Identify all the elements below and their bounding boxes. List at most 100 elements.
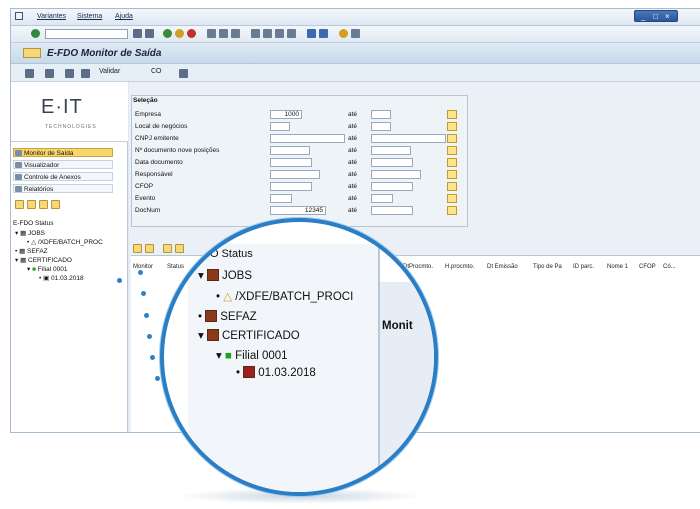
multiple-selection-icon[interactable]	[447, 182, 457, 191]
local-negocios-to-input[interactable]	[371, 122, 391, 131]
documento-input[interactable]	[270, 146, 310, 155]
menu-sistema[interactable]: Sistema	[77, 13, 102, 20]
column-header[interactable]: CFOP	[639, 264, 656, 270]
nav-relatorios[interactable]: Relatórios	[13, 184, 113, 193]
tree-item-sefaz[interactable]: • ▦ SEFAZ	[15, 247, 48, 255]
multiple-selection-icon[interactable]	[447, 146, 457, 155]
tree-icon[interactable]	[179, 69, 188, 78]
decorative-dot	[117, 278, 122, 283]
enter-icon[interactable]	[31, 29, 40, 38]
cnpj-to-input[interactable]	[371, 134, 446, 143]
column-header[interactable]: H.procmto.	[445, 264, 474, 270]
first-page-icon[interactable]	[251, 29, 260, 38]
find-icon[interactable]	[219, 29, 228, 38]
tcode-icon[interactable]	[23, 48, 41, 58]
cfop-input[interactable]	[270, 182, 312, 191]
empresa-to-input[interactable]	[371, 110, 391, 119]
column-header[interactable]: Có...	[663, 264, 676, 270]
data-documento-to-input[interactable]	[371, 158, 413, 167]
last-page-icon[interactable]	[287, 29, 296, 38]
tree-item-date[interactable]: • ▣ 01.03.2018	[39, 274, 84, 282]
layout-icon[interactable]	[351, 29, 360, 38]
nav-monitor-saida[interactable]: Monitor de Saída	[13, 148, 113, 157]
menu-ajuda[interactable]: Ajuda	[115, 13, 133, 20]
grid-filter-icon[interactable]	[145, 244, 154, 253]
evento-input[interactable]	[270, 194, 292, 203]
tree-filter-icon[interactable]	[39, 200, 48, 209]
magnified-sefaz[interactable]: • SEFAZ	[198, 310, 257, 323]
filter-icon[interactable]	[81, 69, 90, 78]
documento-to-input[interactable]	[371, 146, 411, 155]
shortcut-icon[interactable]	[319, 29, 328, 38]
column-header[interactable]: Monitor	[133, 264, 153, 270]
magnified-certificado[interactable]: ▾ CERTIFICADO	[198, 328, 300, 342]
docnum-input[interactable]: 12345	[270, 206, 326, 215]
display-icon[interactable]	[25, 69, 34, 78]
column-header[interactable]: Tipo de Pa	[533, 264, 562, 270]
new-session-icon[interactable]	[307, 29, 316, 38]
magnified-filial[interactable]: ▾ ■ Filial 0001	[216, 348, 288, 362]
green-circle-icon[interactable]	[163, 29, 172, 38]
menu-icon[interactable]	[15, 12, 23, 20]
minimize-icon[interactable]: _	[641, 12, 645, 21]
jobs-icon	[206, 269, 219, 281]
ate-label: até	[348, 111, 358, 118]
refresh-icon[interactable]	[45, 69, 54, 78]
cfop-to-input[interactable]	[371, 182, 413, 191]
print-icon[interactable]	[207, 29, 216, 38]
tree-label: /XDFE/BATCH_PROC	[37, 239, 103, 246]
tree-item-filial[interactable]: ▾ ■ Filial 0001	[27, 265, 67, 273]
magnified-label: JOBS	[221, 270, 253, 282]
cnpj-input[interactable]	[270, 134, 345, 143]
tree-item-jobs[interactable]: ▾ ▦ JOBS	[15, 229, 45, 237]
multiple-selection-icon[interactable]	[447, 194, 457, 203]
tree-item-certificado[interactable]: ▾ ▦ CERTIFICADO	[15, 256, 72, 264]
next-page-icon[interactable]	[275, 29, 284, 38]
responsavel-to-input[interactable]	[371, 170, 421, 179]
logo-text: E·IT	[41, 96, 83, 118]
column-header[interactable]: Dt Emissão	[487, 264, 518, 270]
empresa-input[interactable]: 1000	[270, 110, 302, 119]
responsavel-input[interactable]	[270, 170, 320, 179]
multiple-selection-icon[interactable]	[447, 158, 457, 167]
collapse-icon[interactable]	[27, 200, 36, 209]
tree-item-batch[interactable]: • △ /XDFE/BATCH_PROC	[27, 238, 103, 246]
nav-visualizador[interactable]: Visualizador	[13, 160, 113, 169]
execute-icon[interactable]	[65, 69, 74, 78]
evento-to-input[interactable]	[371, 194, 393, 203]
multiple-selection-icon[interactable]	[447, 170, 457, 179]
tree-layout-icon[interactable]	[51, 200, 60, 209]
multiple-selection-icon[interactable]	[447, 110, 457, 119]
docnum-to-input[interactable]	[371, 206, 413, 215]
yellow-circle-icon[interactable]	[175, 29, 184, 38]
prev-page-icon[interactable]	[263, 29, 272, 38]
red-circle-icon[interactable]	[187, 29, 196, 38]
menu-variantes[interactable]: Variantes	[37, 13, 66, 20]
magnified-date[interactable]: • 01.03.2018	[236, 366, 316, 379]
column-header[interactable]: Nome 1	[607, 264, 628, 270]
multiple-selection-icon[interactable]	[447, 134, 457, 143]
nav-controle-anexos[interactable]: Controle de Anexos	[13, 172, 113, 181]
multiple-selection-icon[interactable]	[447, 206, 457, 215]
validar-button[interactable]: Validar	[99, 68, 120, 75]
close-icon[interactable]: ×	[665, 12, 670, 21]
expand-icon[interactable]	[15, 200, 24, 209]
multiple-selection-icon[interactable]	[447, 122, 457, 131]
column-header[interactable]: ID parc.	[573, 264, 594, 270]
command-field[interactable]	[45, 29, 128, 39]
help-icon[interactable]	[339, 29, 348, 38]
title-bar: E-FDO Monitor de Saída	[11, 43, 700, 64]
ate-label: até	[348, 159, 358, 166]
green-status-icon: ■	[224, 350, 232, 362]
ate-label: até	[348, 195, 358, 202]
magnified-jobs[interactable]: ▾ JOBS	[198, 268, 252, 282]
save-icon[interactable]	[145, 29, 154, 38]
grid-expand-icon[interactable]	[133, 244, 142, 253]
co-button[interactable]: CO	[151, 68, 162, 75]
back-icon[interactable]	[133, 29, 142, 38]
local-negocios-input[interactable]	[270, 122, 290, 131]
find-next-icon[interactable]	[231, 29, 240, 38]
magnified-batch[interactable]: • △ /XDFE/BATCH_PROCI	[216, 289, 353, 303]
data-documento-input[interactable]	[270, 158, 312, 167]
maximize-icon[interactable]: □	[653, 12, 658, 21]
